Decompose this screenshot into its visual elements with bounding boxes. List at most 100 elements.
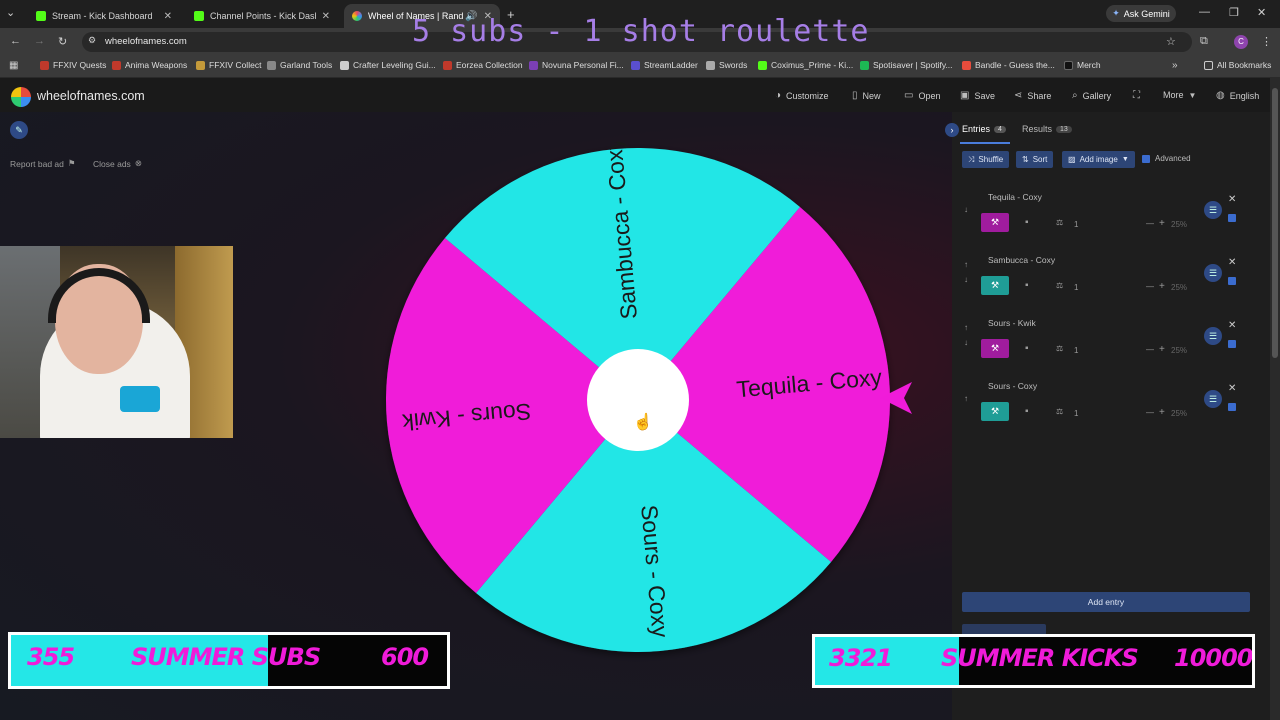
entry-settings-button[interactable]: ☰ (1204, 264, 1222, 282)
bookmark-item[interactable]: Eorzea Collection (443, 60, 523, 70)
entry-color-button[interactable]: ⚒ (981, 402, 1009, 421)
browser-menu-icon[interactable]: ⋮ (1261, 35, 1272, 48)
entry-enabled-checkbox[interactable] (1228, 403, 1236, 411)
tab-channel-points[interactable]: Channel Points - Kick Dashboard ✕ (186, 4, 338, 28)
shuffle-button[interactable]: ⤨ Shuffle (962, 151, 1010, 168)
entry-weight[interactable]: 1 (1074, 346, 1078, 355)
bookmark-item[interactable]: Garland Tools (267, 60, 332, 70)
wheel-center-hub[interactable] (587, 349, 689, 451)
bookmark-item[interactable]: Swords (706, 60, 747, 70)
bookmark-item[interactable]: Merch (1064, 60, 1101, 70)
move-up-icon[interactable]: ↑ (964, 323, 968, 332)
bookmark-item[interactable]: FFXIV Collect (196, 60, 261, 70)
entry-settings-button[interactable]: ☰ (1204, 201, 1222, 219)
menu-gallery[interactable]: ⌕ Gallery (1072, 90, 1111, 101)
entry-name[interactable]: Sours - Coxy (988, 381, 1037, 391)
bookmark-item[interactable]: Spotisaver | Spotify... (860, 60, 953, 70)
delete-entry-icon[interactable]: ✕ (1228, 383, 1236, 394)
close-ads-link[interactable]: Close ads ⊗ (93, 158, 142, 169)
bookmark-item[interactable]: Bandle - Guess the... (962, 60, 1055, 70)
bookmark-item[interactable]: Coximus_Prime - Ki... (758, 60, 853, 70)
tab-search-icon[interactable]: ⌄ (6, 6, 15, 19)
close-window-icon[interactable]: ✕ (1257, 6, 1266, 19)
entry-name[interactable]: Sambucca - Coxy (988, 255, 1055, 265)
profile-avatar[interactable]: C (1234, 35, 1248, 49)
entry-weight[interactable]: 1 (1074, 409, 1078, 418)
close-tab-icon[interactable]: ✕ (322, 11, 330, 22)
site-logo-icon[interactable] (11, 87, 31, 107)
advanced-checkbox[interactable] (1142, 155, 1150, 163)
decrease-icon[interactable]: — (1146, 345, 1154, 354)
delete-entry-icon[interactable]: ✕ (1228, 257, 1236, 268)
apps-grid-icon[interactable]: ▦ (9, 60, 18, 71)
move-down-icon[interactable]: ↓ (964, 275, 968, 284)
entry-color-button[interactable]: ⚒ (981, 213, 1009, 232)
entry-image-icon[interactable]: ▪ (1025, 280, 1029, 291)
menu-save[interactable]: ▣ Save (960, 90, 995, 101)
bookmark-item[interactable]: StreamLadder (631, 60, 698, 70)
bookmark-item[interactable]: Anima Weapons (112, 60, 187, 70)
delete-entry-icon[interactable]: ✕ (1228, 194, 1236, 205)
spinning-wheel[interactable]: Tequila - CoxySours - CoxySours - KwikSa… (380, 142, 900, 662)
edit-pencil-button[interactable]: ✎ (10, 121, 28, 139)
entry-color-button[interactable]: ⚒ (981, 339, 1009, 358)
decrease-icon[interactable]: — (1146, 408, 1154, 417)
move-up-icon[interactable]: ↑ (964, 394, 968, 403)
fullscreen-button[interactable]: ⛶ (1133, 90, 1140, 101)
close-tab-icon[interactable]: ✕ (164, 11, 172, 22)
entry-settings-button[interactable]: ☰ (1204, 390, 1222, 408)
move-down-icon[interactable]: ↓ (964, 205, 968, 214)
all-bookmarks-folder[interactable]: All Bookmarks (1204, 60, 1271, 70)
entry-image-icon[interactable]: ▪ (1025, 217, 1029, 228)
increase-icon[interactable]: + (1159, 407, 1165, 418)
reload-icon[interactable]: ↻ (58, 35, 67, 48)
menu-share[interactable]: ⋖ Share (1014, 90, 1051, 101)
minimize-icon[interactable]: — (1199, 6, 1210, 18)
entry-weight[interactable]: 1 (1074, 283, 1078, 292)
tab-stream-dashboard[interactable]: Stream - Kick Dashboard ✕ (28, 4, 180, 28)
sort-button[interactable]: ⇅ Sort (1016, 151, 1054, 168)
site-logo-text[interactable]: wheelofnames.com (37, 89, 145, 103)
menu-open[interactable]: ▭ Open (904, 90, 940, 101)
increase-icon[interactable]: + (1159, 281, 1165, 292)
extensions-icon[interactable]: ⧉ (1200, 35, 1208, 48)
entry-weight[interactable]: 1 (1074, 220, 1078, 229)
decrease-icon[interactable]: — (1146, 282, 1154, 291)
ask-gemini-button[interactable]: ✦ Ask Gemini (1106, 5, 1176, 22)
scrollbar-thumb[interactable] (1272, 88, 1278, 358)
increase-icon[interactable]: + (1159, 218, 1165, 229)
tab-entries[interactable]: Entries 4 (962, 124, 1006, 134)
menu-customize[interactable]: ◑ Customize (775, 90, 829, 101)
menu-new[interactable]: ▯ New (852, 90, 881, 101)
forward-icon[interactable]: → (34, 35, 45, 47)
decrease-icon[interactable]: — (1146, 219, 1154, 228)
tab-results[interactable]: Results 13 (1022, 124, 1072, 134)
entry-name[interactable]: Sours - Kwik (988, 318, 1036, 328)
menu-language[interactable]: ◍ English (1216, 90, 1259, 101)
entry-enabled-checkbox[interactable] (1228, 214, 1236, 222)
report-bad-ad-link[interactable]: Report bad ad ⚑ (10, 158, 76, 169)
bookmark-item[interactable]: Novuna Personal Fi... (529, 60, 624, 70)
entry-enabled-checkbox[interactable] (1228, 277, 1236, 285)
entry-image-icon[interactable]: ▪ (1025, 406, 1029, 417)
maximize-icon[interactable]: ❐ (1229, 6, 1239, 19)
bookmark-item[interactable]: Crafter Leveling Gui... (340, 60, 436, 70)
entry-settings-button[interactable]: ☰ (1204, 327, 1222, 345)
entry-image-icon[interactable]: ▪ (1025, 343, 1029, 354)
entry-color-button[interactable]: ⚒ (981, 276, 1009, 295)
move-down-icon[interactable]: ↓ (964, 338, 968, 347)
delete-entry-icon[interactable]: ✕ (1228, 320, 1236, 331)
move-up-icon[interactable]: ↑ (964, 260, 968, 269)
site-info-icon[interactable]: ⚙ (88, 35, 96, 46)
increase-icon[interactable]: + (1159, 344, 1165, 355)
collapse-panel-button[interactable]: › (945, 123, 959, 137)
page-scrollbar[interactable] (1270, 78, 1280, 720)
add-image-button[interactable]: ▨ Add image ▼ (1062, 151, 1135, 168)
entry-name[interactable]: Tequila - Coxy (988, 192, 1042, 202)
entry-enabled-checkbox[interactable] (1228, 340, 1236, 348)
bookmark-star-icon[interactable]: ☆ (1166, 35, 1176, 48)
back-icon[interactable]: ← (10, 35, 21, 47)
bookmark-item[interactable]: FFXIV Quests (40, 60, 106, 70)
add-entry-button[interactable]: Add entry (962, 592, 1250, 612)
menu-more[interactable]: More ▼ (1163, 90, 1196, 100)
